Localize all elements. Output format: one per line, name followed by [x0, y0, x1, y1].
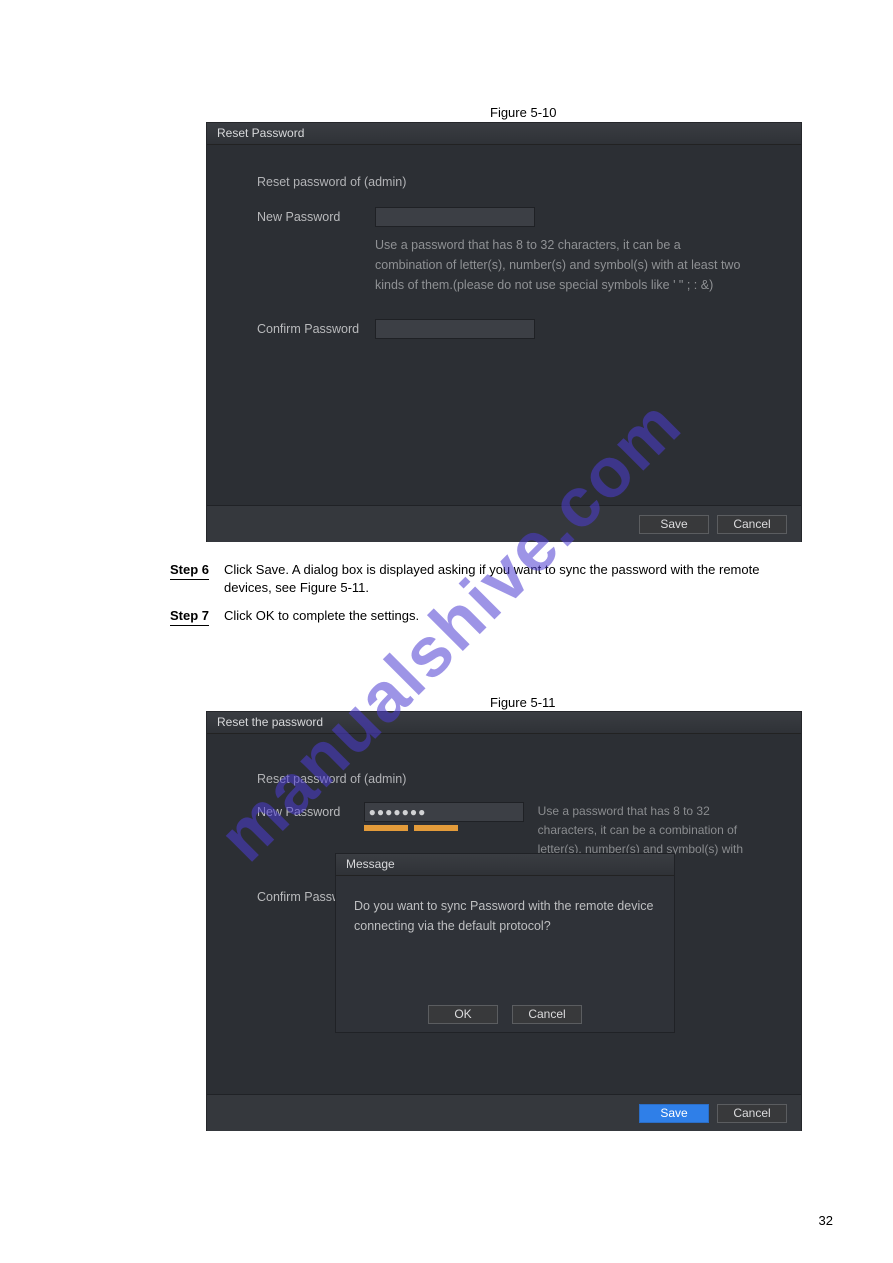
meter-seg-1: [364, 825, 408, 831]
password-hint-1: Use a password that has 8 to 32 characte…: [375, 235, 745, 295]
dialog2-titlebar: Reset the password: [207, 712, 801, 734]
new-password-label: New Password: [257, 207, 375, 224]
figure-label-2: Figure 5-11: [490, 694, 556, 712]
save-button-2[interactable]: Save: [639, 1104, 709, 1123]
new-password-input-2[interactable]: [364, 802, 524, 822]
step6-label: Step 6: [170, 561, 209, 579]
dialog2-footer: Save Cancel: [207, 1094, 801, 1131]
step7-text: Click OK to complete the settings.: [224, 607, 784, 625]
meter-seg-2: [414, 825, 458, 831]
message-footer: OK Cancel: [336, 996, 674, 1032]
new-password-label-2: New Password: [257, 802, 364, 819]
save-button[interactable]: Save: [639, 515, 709, 534]
ok-button[interactable]: OK: [428, 1005, 498, 1024]
message-dialog: Message Do you want to sync Password wit…: [335, 853, 675, 1033]
step7-label: Step 7: [170, 607, 209, 625]
message-cancel-button[interactable]: Cancel: [512, 1005, 582, 1024]
reset-password-dialog-1: Reset Password Reset password of (admin)…: [206, 122, 802, 542]
message-title: Message: [346, 857, 395, 871]
new-password-input[interactable]: [375, 207, 535, 227]
new-password-row: New Password: [257, 207, 751, 227]
figure-label-1: Figure 5-10: [490, 104, 556, 122]
message-titlebar: Message: [336, 854, 674, 876]
cancel-button-2[interactable]: Cancel: [717, 1104, 787, 1123]
page-number: 32: [819, 1213, 833, 1228]
dialog2-body: Reset password of (admin) New Password U…: [207, 734, 801, 1094]
confirm-password-input[interactable]: [375, 319, 535, 339]
dialog1-title: Reset Password: [217, 126, 304, 140]
dialog2-title: Reset the password: [217, 715, 323, 729]
cancel-button[interactable]: Cancel: [717, 515, 787, 534]
dialog1-titlebar: Reset Password: [207, 123, 801, 145]
message-text: Do you want to sync Password with the re…: [354, 899, 653, 933]
step6-text: Click Save. A dialog box is displayed as…: [224, 561, 784, 597]
password-strength-meter: [364, 825, 524, 831]
confirm-password-row: Confirm Password: [257, 319, 751, 339]
dialog1-body: Reset password of (admin) New Password U…: [207, 145, 801, 505]
dialog1-subtitle: Reset password of (admin): [257, 175, 751, 189]
dialog1-footer: Save Cancel: [207, 505, 801, 542]
dialog2-subtitle: Reset password of (admin): [257, 772, 751, 786]
reset-password-dialog-2: Reset the password Reset password of (ad…: [206, 711, 802, 1131]
confirm-password-label: Confirm Password: [257, 319, 375, 336]
message-body: Do you want to sync Password with the re…: [336, 876, 674, 996]
